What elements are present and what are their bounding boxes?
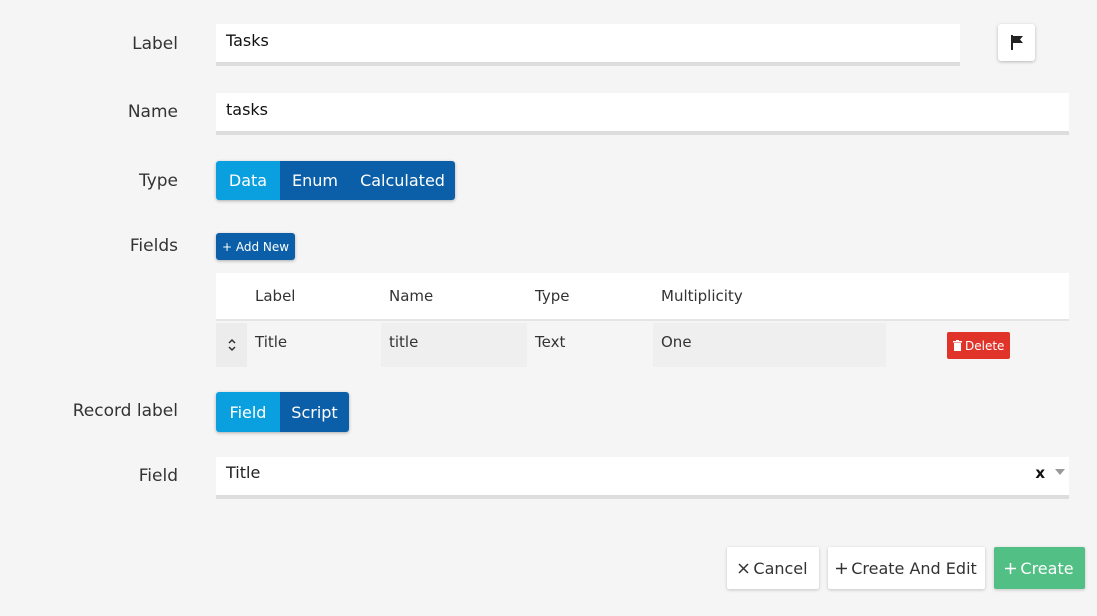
type-option-data[interactable]: Data (216, 161, 280, 200)
chevron-down-icon[interactable] (1055, 469, 1065, 475)
create-button[interactable]: Create (994, 547, 1085, 589)
plus-icon (1005, 562, 1017, 574)
trash-icon (953, 340, 962, 351)
type-segmented-control: Data Enum Calculated (216, 161, 455, 200)
field-select-value: Title (226, 463, 261, 482)
delete-label: Delete (965, 338, 1005, 353)
row-name-cell[interactable]: title (381, 323, 527, 367)
fields-field-label: Fields (129, 236, 178, 256)
record-label-segmented-control: Field Script (216, 392, 349, 432)
table-row: Title title Text One Delete (216, 323, 1069, 367)
column-header-name: Name (389, 287, 434, 305)
label-input[interactable]: Tasks (216, 24, 960, 66)
create-and-edit-label: Create And Edit (851, 558, 977, 578)
record-label-option-field[interactable]: Field (216, 392, 280, 432)
name-field-label: Name (127, 102, 178, 122)
row-label-cell[interactable]: Title (247, 323, 381, 367)
row-type-cell[interactable]: Text (527, 323, 653, 367)
delete-row-button[interactable]: Delete (947, 332, 1011, 359)
field-select[interactable]: Title x (216, 457, 1069, 499)
name-input[interactable]: tasks (216, 93, 1069, 135)
close-icon (738, 562, 749, 574)
plus-icon (836, 562, 848, 574)
cancel-label: Cancel (753, 558, 808, 578)
flag-icon (1010, 35, 1023, 50)
row-multiplicity-cell[interactable]: One (653, 323, 886, 367)
add-new-field-button[interactable]: + Add New (216, 233, 296, 260)
type-field-label: Type (138, 171, 178, 191)
flag-button[interactable] (998, 24, 1035, 61)
create-label: Create (1020, 558, 1074, 578)
column-header-type: Type (535, 287, 570, 305)
drag-handle[interactable] (216, 323, 247, 367)
fields-table-header: Label Name Type Multiplicity (216, 273, 1069, 321)
column-header-multiplicity: Multiplicity (661, 287, 743, 305)
label-field-label: Label (132, 34, 178, 54)
cancel-button[interactable]: Cancel (727, 547, 819, 589)
record-label-option-script[interactable]: Script (280, 392, 349, 432)
sort-arrows-icon (227, 338, 236, 352)
type-option-calculated[interactable]: Calculated (350, 161, 455, 200)
clear-selection-icon[interactable]: x (1035, 464, 1045, 482)
field-select-label: Field (138, 466, 178, 486)
type-option-enum[interactable]: Enum (280, 161, 350, 200)
column-header-label: Label (255, 287, 296, 305)
create-and-edit-button[interactable]: Create And Edit (828, 547, 985, 589)
record-label-field-label: Record label (72, 401, 178, 421)
